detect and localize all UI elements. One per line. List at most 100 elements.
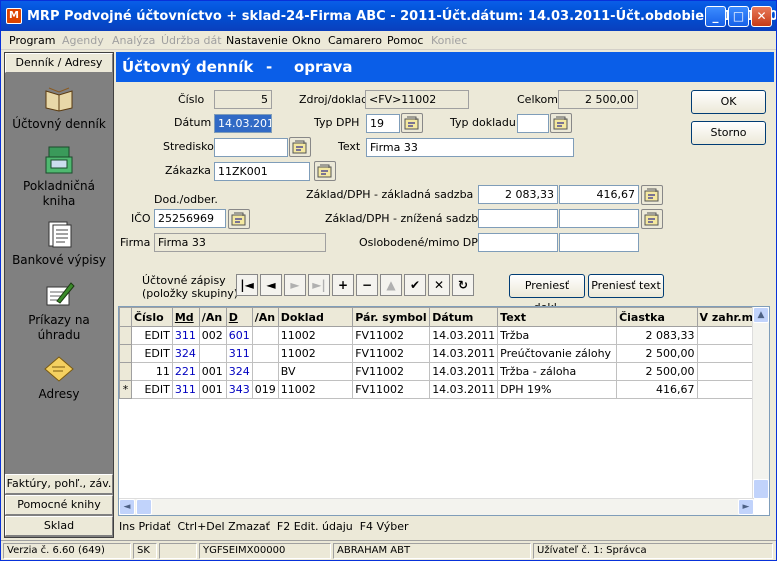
scroll-left-icon[interactable]: ◄ [119, 499, 135, 515]
sidebar-tab-pomocne-knihy[interactable]: Pomocné knihy [5, 495, 113, 515]
col-datum[interactable]: Dátum [429, 307, 499, 327]
refresh-button[interactable]: ↻ [452, 274, 474, 296]
ico-lookup-button[interactable] [228, 209, 250, 229]
table-row[interactable]: EDIT 311 002 601 11002 FV11002 14.03.201… [119, 326, 769, 345]
sidebar-item-uctovny-dennik[interactable]: Účtovný denník [5, 83, 113, 132]
dph-zniz-calc-button[interactable] [641, 209, 663, 229]
cell-par-symbol[interactable]: FV11002 [352, 344, 431, 363]
oslobodene-field-2[interactable] [559, 233, 639, 252]
sidebar-item-bankove-vypisy[interactable]: Bankové výpisy [5, 219, 113, 268]
col-text[interactable]: Text [497, 307, 618, 327]
dph-zakl-field[interactable]: 416,67 [559, 185, 639, 204]
cell-an1[interactable]: 001 [199, 380, 227, 399]
close-button[interactable]: ✕ [751, 6, 772, 27]
cell-par-symbol[interactable]: FV11002 [352, 326, 431, 345]
cell-par-symbol[interactable]: FV11002 [352, 362, 431, 381]
typ-dokladu-field[interactable] [517, 114, 549, 133]
cell-d[interactable]: 601 [226, 326, 253, 345]
preniest-dokl-button[interactable]: Preniesť dokl. [509, 274, 585, 314]
scroll-up-icon[interactable]: ▲ [753, 307, 769, 323]
cell-md[interactable]: 324 [172, 344, 200, 363]
entries-grid[interactable]: Číslo Md /An D /An Doklad Pár. symbol Dá… [118, 306, 770, 516]
col-d[interactable]: D [225, 307, 253, 327]
cell-md[interactable]: 311 [172, 326, 200, 345]
cell-cislo[interactable]: EDIT [131, 344, 173, 363]
preniest-text-button[interactable]: Preniesť text [588, 274, 664, 298]
col-ciastka[interactable]: Čiastka [616, 307, 698, 327]
sidebar-item-prikazy-na-uhradu[interactable]: Príkazy na úhradu [5, 279, 113, 343]
col-doklad[interactable]: Doklad [277, 307, 354, 327]
cell-datum[interactable]: 14.03.2011 [429, 380, 499, 399]
col-an1[interactable]: /An [198, 307, 227, 327]
cell-text[interactable]: Tržba - záloha [497, 362, 618, 381]
grid-horizontal-scrollbar[interactable]: ◄ ► [119, 498, 754, 515]
stredisko-field[interactable] [214, 138, 288, 157]
prev-record-button[interactable]: ◄ [260, 274, 282, 296]
cell-md[interactable]: 311 [172, 380, 200, 399]
ico-field[interactable]: 25256969 [154, 209, 226, 228]
menu-program[interactable]: Program [9, 34, 55, 47]
oslobodene-field[interactable] [478, 233, 558, 252]
datum-field[interactable]: 14.03.2011 [214, 114, 272, 133]
cell-cislo[interactable]: EDIT [131, 380, 173, 399]
scroll-thumb[interactable] [753, 479, 769, 499]
zakazka-field[interactable]: 11ZK001 [214, 162, 310, 181]
sidebar-tab-dennik-adresy[interactable]: Denník / Adresy [5, 53, 113, 73]
cell-doklad[interactable]: 11002 [278, 326, 354, 345]
cell-an1[interactable]: 002 [199, 326, 227, 345]
cell-ciastka[interactable]: 2 500,00 [616, 344, 698, 363]
cell-cislo[interactable]: 11 [131, 362, 173, 381]
scroll-right-icon[interactable]: ► [738, 499, 754, 515]
sidebar-item-pokladnicna-kniha[interactable]: Pokladničná kniha [5, 145, 113, 209]
scroll-thumb-h[interactable] [136, 499, 152, 515]
cell-an1[interactable]: 001 [199, 362, 227, 381]
grid-vertical-scrollbar[interactable]: ▲ [752, 307, 769, 499]
cell-d[interactable]: 343 [226, 380, 253, 399]
cell-ciastka[interactable]: 2 083,33 [616, 326, 698, 345]
cell-doklad[interactable]: 11002 [278, 344, 354, 363]
last-record-button[interactable]: ►| [308, 274, 330, 296]
cell-doklad[interactable]: 11002 [278, 380, 354, 399]
cell-ciastka[interactable]: 2 500,00 [616, 362, 698, 381]
cell-an2[interactable] [252, 326, 279, 345]
dph-zakl-calc-button[interactable] [641, 185, 663, 205]
cell-datum[interactable]: 14.03.2011 [429, 326, 499, 345]
typ-dph-field[interactable]: 19 [366, 114, 400, 133]
storno-button[interactable]: Storno [691, 121, 766, 145]
sidebar-tab-faktury[interactable]: Faktúry, pohľ., záv. [5, 474, 113, 494]
cell-an2[interactable] [252, 344, 279, 363]
cell-md[interactable]: 221 [172, 362, 200, 381]
menu-nastavenie[interactable]: Nastavenie [226, 34, 288, 47]
cell-cislo[interactable]: EDIT [131, 326, 173, 345]
cell-ciastka[interactable]: 416,67 [616, 380, 698, 399]
ok-button[interactable]: OK [691, 90, 766, 114]
cell-an1[interactable] [199, 344, 227, 363]
next-record-button[interactable]: ► [284, 274, 306, 296]
menu-camarero[interactable]: Camarero [328, 34, 382, 47]
cell-text[interactable]: Tržba [497, 326, 618, 345]
col-cislo[interactable]: Číslo [130, 307, 173, 327]
title-bar[interactable]: M MRP Podvojné účtovníctvo + sklad-24-Fi… [1, 1, 776, 31]
typ-dph-lookup-button[interactable] [401, 113, 423, 133]
cell-an2[interactable]: 019 [252, 380, 279, 399]
zaklad-zakl-field[interactable]: 2 083,33 [478, 185, 558, 204]
cell-datum[interactable]: 14.03.2011 [429, 362, 499, 381]
cell-d[interactable]: 311 [226, 344, 253, 363]
typ-dokladu-lookup-button[interactable] [550, 113, 572, 133]
cell-text[interactable]: Preúčtovanie zálohy [497, 344, 618, 363]
table-row[interactable]: * EDIT 311 001 343 019 11002 FV11002 14.… [119, 380, 769, 399]
delete-record-button[interactable]: − [356, 274, 378, 296]
text-field[interactable]: Firma 33 [366, 138, 574, 157]
cell-an2[interactable] [252, 362, 279, 381]
cell-d[interactable]: 324 [226, 362, 253, 381]
sidebar-item-adresy[interactable]: Adresy [5, 353, 113, 402]
add-record-button[interactable]: + [332, 274, 354, 296]
col-md[interactable]: Md [171, 307, 200, 327]
edit-record-button[interactable]: ▲ [380, 274, 402, 296]
zakazka-lookup-button[interactable] [314, 161, 336, 181]
menu-pomoc[interactable]: Pomoc [387, 34, 423, 47]
zaklad-zniz-field[interactable] [478, 209, 558, 228]
cell-par-symbol[interactable]: FV11002 [352, 380, 431, 399]
post-record-button[interactable]: ✔ [404, 274, 426, 296]
cell-doklad[interactable]: BV [278, 362, 354, 381]
